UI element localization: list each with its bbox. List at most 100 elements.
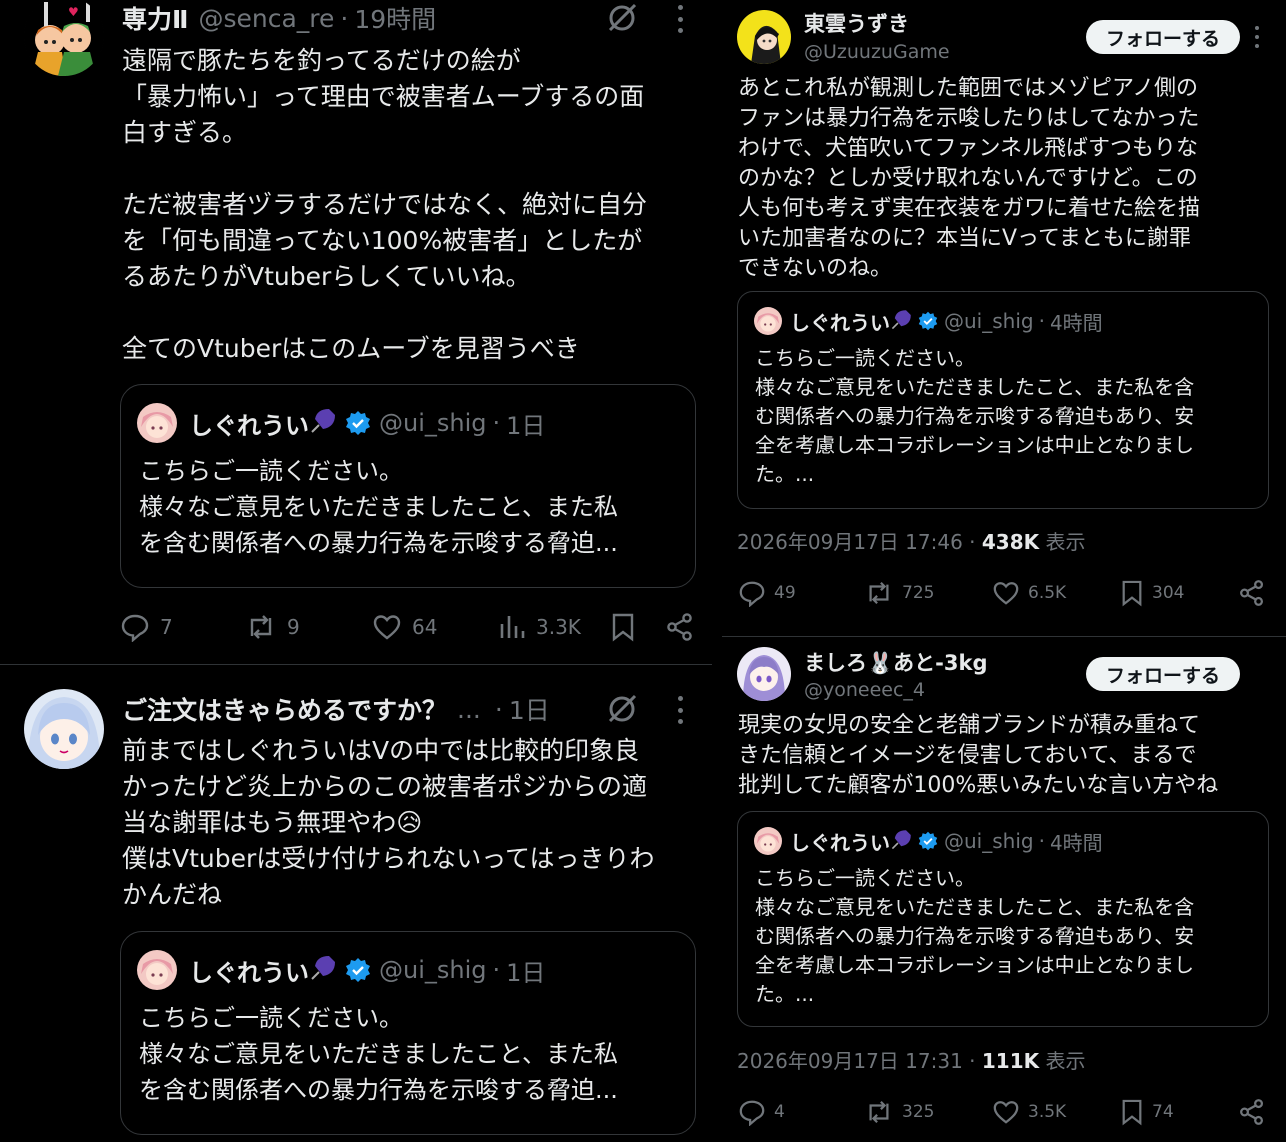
views-icon [500, 616, 525, 638]
repost-button[interactable]: 725 [864, 578, 934, 608]
quote-header: しぐれうい @ui_shig · 4時間 [754, 306, 1103, 336]
quote-time: 4時間 [1049, 830, 1103, 855]
share-icon [1240, 580, 1264, 606]
handle[interactable]: @UzuuzuGame [804, 41, 950, 63]
grok-icon[interactable] [605, 1, 639, 35]
action-bar: 7 9 64 3.3K [120, 610, 700, 644]
reply-icon [121, 614, 149, 642]
more-icon[interactable] [676, 696, 684, 724]
reply-count: 49 [774, 583, 796, 603]
action-bar: 4 325 3.5K 74 [738, 1097, 1268, 1127]
display-name[interactable]: ご注文はきゃらめるですか？ [122, 691, 447, 727]
bookmark-icon [1122, 1099, 1142, 1126]
quoted-tweet[interactable]: しぐれうい @ui_shig · 1日 こちらご一読ください。 様々なご意見をい… [120, 931, 696, 1135]
verified-icon [918, 311, 938, 331]
avatar [137, 950, 177, 990]
tweet[interactable]: ご注文はきゃらめるですか？ ... · 1日 前まではしぐれういはVの中では比較… [0, 665, 712, 1142]
separator: · [494, 694, 503, 724]
quote-text: こちらご一読ください。 様々なご意見をいただきましたこと、また私 を含む関係者へ… [139, 1004, 619, 1104]
tweet[interactable]: ましろ🐰あと-3kg @yoneeec_4 フォローする 現実の女児の安全と老舗… [722, 637, 1286, 1142]
heart-icon [373, 615, 401, 640]
avatar [754, 307, 782, 335]
verified-icon [918, 831, 938, 851]
reply-icon [739, 1100, 765, 1126]
reply-button[interactable]: 7 [120, 610, 173, 644]
repost-icon [869, 581, 889, 605]
grok-icon[interactable] [605, 692, 639, 726]
repost-button[interactable]: 9 [245, 610, 300, 644]
quote-text: こちらご一読ください。 様々なご意見をいただきましたこと、また私を含 む関係者へ… [755, 866, 1195, 1006]
repost-button[interactable]: 325 [864, 1097, 934, 1127]
quote-text: こちらご一読ください。 様々なご意見をいただきましたこと、また私を含 む関係者へ… [755, 346, 1195, 486]
display-name[interactable]: ましろ🐰あと-3kg [804, 647, 987, 677]
quote-handle: @ui_shig [944, 309, 1034, 333]
bookmark-button[interactable]: 304 [1120, 578, 1184, 608]
right-timeline: 東雲うずき @UzuuzuGame フォローする あとこれ私が観測した範囲ではメ… [722, 0, 1286, 1142]
bookmark-button[interactable] [610, 610, 636, 644]
like-button[interactable]: 64 [372, 610, 437, 644]
repost-icon [869, 1100, 889, 1124]
tweet-text: 遠隔で豚たちを釣ってるだけの絵が 「暴力怖い」って理由で被害者ムーブするの面 白… [122, 46, 648, 363]
more-icon[interactable] [1254, 26, 1260, 48]
views-button[interactable]: 3.3K [498, 610, 581, 644]
separator: · [492, 409, 501, 437]
post-date: 2026年09月17日 17:31 [737, 1049, 963, 1073]
quote-time: 1日 [506, 958, 546, 987]
like-count: 64 [412, 615, 438, 639]
handle[interactable]: @senca_re [198, 4, 334, 33]
repost-icon [250, 615, 272, 639]
share-button[interactable] [1238, 1097, 1266, 1127]
share-button[interactable] [665, 610, 695, 644]
follow-button[interactable]: フォローする [1086, 657, 1240, 691]
avatar[interactable] [24, 689, 104, 769]
display-name[interactable]: 東雲うずき [804, 8, 909, 38]
like-button[interactable]: 3.5K [992, 1097, 1066, 1127]
view-count: 438K [981, 530, 1040, 554]
bookmark-count: 74 [1152, 1102, 1174, 1122]
like-button[interactable]: 6.5K [992, 578, 1066, 608]
timestamp[interactable]: 19時間 [354, 0, 436, 36]
share-button[interactable] [1238, 578, 1266, 608]
reply-button[interactable]: 4 [738, 1097, 785, 1127]
quote-handle: @ui_shig [944, 829, 1034, 853]
views-label: 表示 [1045, 530, 1086, 554]
post-timestamp[interactable]: 2026年09月17日 17:31 · 111K 表示 [737, 1045, 1085, 1074]
quoted-tweet[interactable]: しぐれうい @ui_shig · 4時間 こちらご一読ください。 様々なご意見を… [737, 291, 1269, 509]
heart-icon [993, 582, 1019, 605]
quote-text: こちらご一読ください。 様々なご意見をいただきましたこと、また私 を含む関係者へ… [139, 457, 619, 557]
post-timestamp[interactable]: 2026年09月17日 17:46 · 438K 表示 [737, 526, 1085, 555]
follow-button[interactable]: フォローする [1086, 20, 1240, 54]
more-icon[interactable] [676, 5, 684, 33]
handle[interactable]: ... [457, 695, 481, 724]
quote-handle: @ui_shig [379, 956, 487, 984]
display-name[interactable]: 専力Ⅱ [122, 0, 188, 36]
quote-display-name: しぐれうい [189, 411, 309, 440]
action-bar: 49 725 6.5K 304 [738, 578, 1268, 608]
quote-header: しぐれうい @ui_shig · 4時間 [754, 826, 1103, 856]
separator: · [1038, 829, 1045, 853]
quoted-tweet[interactable]: しぐれうい @ui_shig · 4時間 こちらご一読ください。 様々なご意見を… [737, 811, 1269, 1027]
separator: · [340, 3, 349, 33]
timestamp[interactable]: 1日 [509, 691, 550, 727]
tweet-text: あとこれ私が観測した範囲ではメゾピアノ側の ファンは暴力行為を示唆したりはしてな… [738, 76, 1201, 281]
heart-icon [993, 1101, 1019, 1124]
handle[interactable]: @yoneeec_4 [804, 679, 925, 701]
quoted-tweet[interactable]: しぐれうい @ui_shig · 1日 こちらご一読ください。 様々なご意見をい… [120, 384, 696, 588]
tweet-header: ご注文はきゃらめるですか？ ... · 1日 [122, 691, 550, 727]
tweet-text: 現実の女児の安全と老舗ブランドが積み重ねて きた信頼とイメージを侵害しておいて、… [738, 713, 1219, 798]
verified-icon [345, 957, 371, 983]
post-date: 2026年09月17日 17:46 [737, 530, 963, 554]
reply-button[interactable]: 49 [738, 578, 796, 608]
umbrella-icon [890, 827, 914, 856]
bookmark-button[interactable]: 74 [1120, 1097, 1174, 1127]
separator: · [1038, 309, 1045, 333]
view-count: 111K [981, 1049, 1040, 1073]
tweet[interactable]: 東雲うずき @UzuuzuGame フォローする あとこれ私が観測した範囲ではメ… [722, 0, 1286, 635]
quote-handle: @ui_shig [379, 409, 487, 437]
avatar[interactable] [737, 10, 791, 64]
avatar[interactable] [737, 647, 791, 701]
reply-count: 7 [160, 615, 173, 639]
tweet[interactable]: ♥ 専力Ⅱ @senca_re · 19時間 遠隔で豚たちを釣ってるだけの絵が … [0, 0, 712, 660]
quote-header: しぐれうい @ui_shig · 1日 [137, 403, 545, 443]
avatar[interactable]: ♥ [24, 0, 104, 76]
